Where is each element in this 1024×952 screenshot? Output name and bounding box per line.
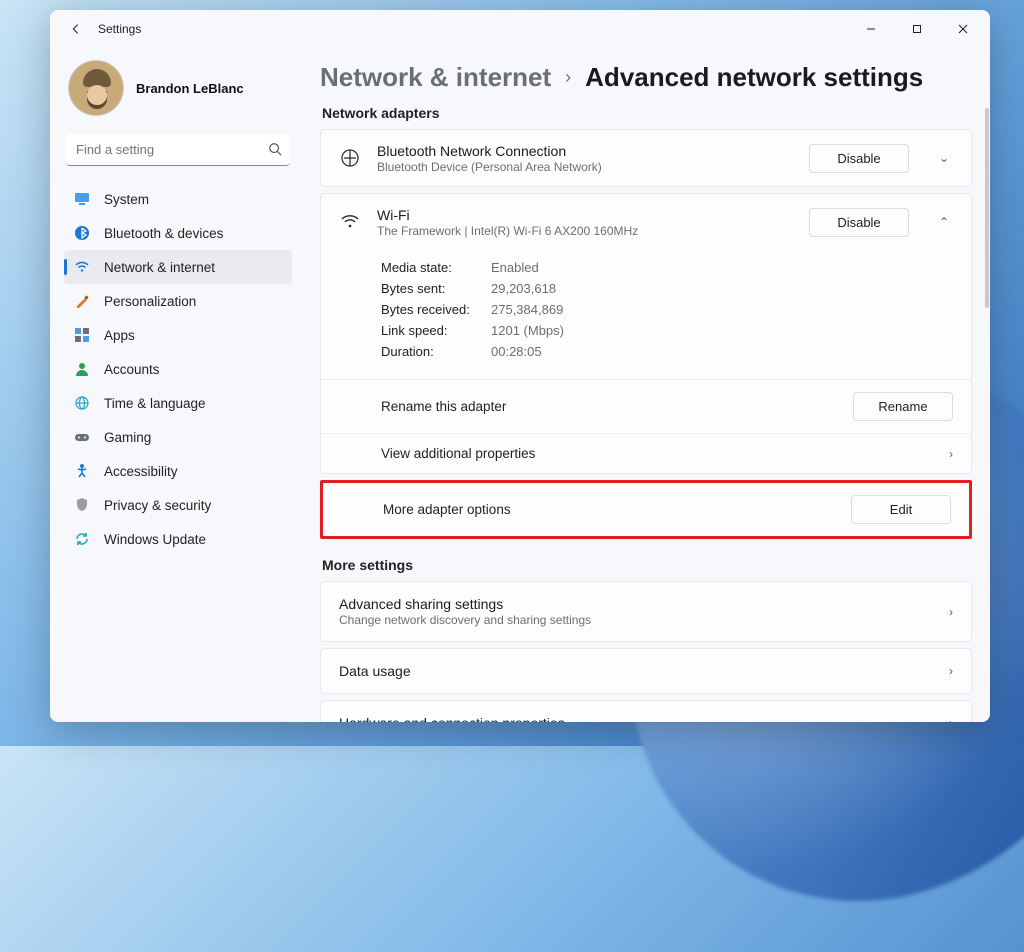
sidebar-item-time-language[interactable]: Time & language xyxy=(64,386,292,420)
section-heading-adapters: Network adapters xyxy=(322,105,986,121)
stat-key: Bytes sent: xyxy=(381,281,491,296)
sidebar-item-windows-update[interactable]: Windows Update xyxy=(64,522,292,556)
sidebar-item-gaming[interactable]: Gaming xyxy=(64,420,292,454)
sidebar-item-network[interactable]: Network & internet xyxy=(64,250,292,284)
sidebar-item-label: Windows Update xyxy=(104,532,206,547)
section-heading-more: More settings xyxy=(322,557,986,573)
sidebar-item-label: Time & language xyxy=(104,396,206,411)
apps-icon xyxy=(74,327,90,343)
avatar xyxy=(68,60,124,116)
view-properties-row[interactable]: View additional properties › xyxy=(321,433,971,473)
profile-block[interactable]: Brandon LeBlanc xyxy=(64,54,292,130)
titlebar: Settings xyxy=(50,10,990,48)
sidebar-item-label: System xyxy=(104,192,149,207)
wifi-adapter-icon xyxy=(339,211,361,233)
chevron-down-icon[interactable]: ⌄ xyxy=(935,151,953,165)
sidebar-item-accounts[interactable]: Accounts xyxy=(64,352,292,386)
sidebar: Brandon LeBlanc System Bluetooth & devic… xyxy=(50,48,302,722)
settings-window: Settings Brandon LeBlanc xyxy=(50,10,990,722)
paint-icon xyxy=(74,293,90,309)
adapter-subtitle: The Framework | Intel(R) Wi-Fi 6 AX200 1… xyxy=(377,224,793,238)
sidebar-item-personalization[interactable]: Personalization xyxy=(64,284,292,318)
adapter-details: Media state: Enabled Bytes sent: 29,203,… xyxy=(321,250,971,379)
row-label: More adapter options xyxy=(383,502,511,517)
page-title: Advanced network settings xyxy=(585,62,923,93)
stat-value: 1201 (Mbps) xyxy=(491,323,953,338)
user-name: Brandon LeBlanc xyxy=(136,81,244,96)
disable-button[interactable]: Disable xyxy=(809,208,909,237)
more-adapter-options-row: More adapter options Edit xyxy=(323,483,969,536)
adapter-subtitle: Bluetooth Device (Personal Area Network) xyxy=(377,160,793,174)
row-title: Advanced sharing settings xyxy=(339,596,591,612)
edit-button[interactable]: Edit xyxy=(851,495,951,524)
person-icon xyxy=(74,361,90,377)
gaming-icon xyxy=(74,429,90,445)
sidebar-item-accessibility[interactable]: Accessibility xyxy=(64,454,292,488)
update-icon xyxy=(74,531,90,547)
stat-value: 29,203,618 xyxy=(491,281,953,296)
wifi-icon xyxy=(74,259,90,275)
close-button[interactable] xyxy=(940,13,986,45)
chevron-right-icon: › xyxy=(949,664,953,678)
adapter-card-wifi: Wi-Fi The Framework | Intel(R) Wi-Fi 6 A… xyxy=(320,193,972,474)
stat-value: Enabled xyxy=(491,260,953,275)
stat-key: Media state: xyxy=(381,260,491,275)
data-usage-row[interactable]: Data usage › xyxy=(320,648,972,694)
network-adapter-icon xyxy=(339,147,361,169)
breadcrumb-parent[interactable]: Network & internet xyxy=(320,62,551,93)
sidebar-item-label: Accessibility xyxy=(104,464,178,479)
sidebar-item-privacy[interactable]: Privacy & security xyxy=(64,488,292,522)
stat-key: Duration: xyxy=(381,344,491,359)
stat-key: Bytes received: xyxy=(381,302,491,317)
adapter-title: Bluetooth Network Connection xyxy=(377,143,793,159)
sidebar-item-bluetooth[interactable]: Bluetooth & devices xyxy=(64,216,292,250)
chevron-up-icon[interactable]: ⌃ xyxy=(935,215,953,229)
sidebar-item-system[interactable]: System xyxy=(64,182,292,216)
monitor-icon xyxy=(74,191,90,207)
advanced-sharing-row[interactable]: Advanced sharing settings Change network… xyxy=(320,581,972,642)
stat-key: Link speed: xyxy=(381,323,491,338)
back-button[interactable] xyxy=(60,13,92,45)
minimize-button[interactable] xyxy=(848,13,894,45)
row-subtitle: Change network discovery and sharing set… xyxy=(339,613,591,627)
rename-button[interactable]: Rename xyxy=(853,392,953,421)
sidebar-item-label: Accounts xyxy=(104,362,160,377)
globe-icon xyxy=(74,395,90,411)
shield-icon xyxy=(74,497,90,513)
row-title: Hardware and connection properties xyxy=(339,715,565,722)
row-title: Data usage xyxy=(339,663,411,679)
disable-button[interactable]: Disable xyxy=(809,144,909,173)
chevron-right-icon: › xyxy=(949,716,953,722)
chevron-right-icon: › xyxy=(949,447,953,461)
main-content: Network & internet › Advanced network se… xyxy=(302,48,990,722)
stat-value: 275,384,869 xyxy=(491,302,953,317)
accessibility-icon xyxy=(74,463,90,479)
sidebar-item-apps[interactable]: Apps xyxy=(64,318,292,352)
search-box xyxy=(66,134,290,166)
sidebar-item-label: Privacy & security xyxy=(104,498,211,513)
bluetooth-icon xyxy=(74,225,90,241)
scrollbar[interactable] xyxy=(985,108,989,308)
breadcrumb: Network & internet › Advanced network se… xyxy=(320,62,986,93)
nav: System Bluetooth & devices Network & int… xyxy=(64,182,292,556)
row-label: View additional properties xyxy=(381,446,535,461)
highlight-box: More adapter options Edit xyxy=(320,480,972,539)
sidebar-item-label: Apps xyxy=(104,328,135,343)
rename-adapter-row: Rename this adapter Rename xyxy=(321,379,971,433)
adapter-title: Wi-Fi xyxy=(377,207,793,223)
chevron-right-icon: › xyxy=(565,67,571,88)
sidebar-item-label: Network & internet xyxy=(104,260,215,275)
sidebar-item-label: Bluetooth & devices xyxy=(104,226,223,241)
maximize-button[interactable] xyxy=(894,13,940,45)
stat-value: 00:28:05 xyxy=(491,344,953,359)
search-input[interactable] xyxy=(66,134,290,166)
sidebar-item-label: Gaming xyxy=(104,430,151,445)
adapter-card-bluetooth: Bluetooth Network Connection Bluetooth D… xyxy=(320,129,972,187)
chevron-right-icon: › xyxy=(949,605,953,619)
window-title: Settings xyxy=(98,22,141,36)
hardware-properties-row[interactable]: Hardware and connection properties › xyxy=(320,700,972,722)
row-label: Rename this adapter xyxy=(381,399,506,414)
sidebar-item-label: Personalization xyxy=(104,294,196,309)
